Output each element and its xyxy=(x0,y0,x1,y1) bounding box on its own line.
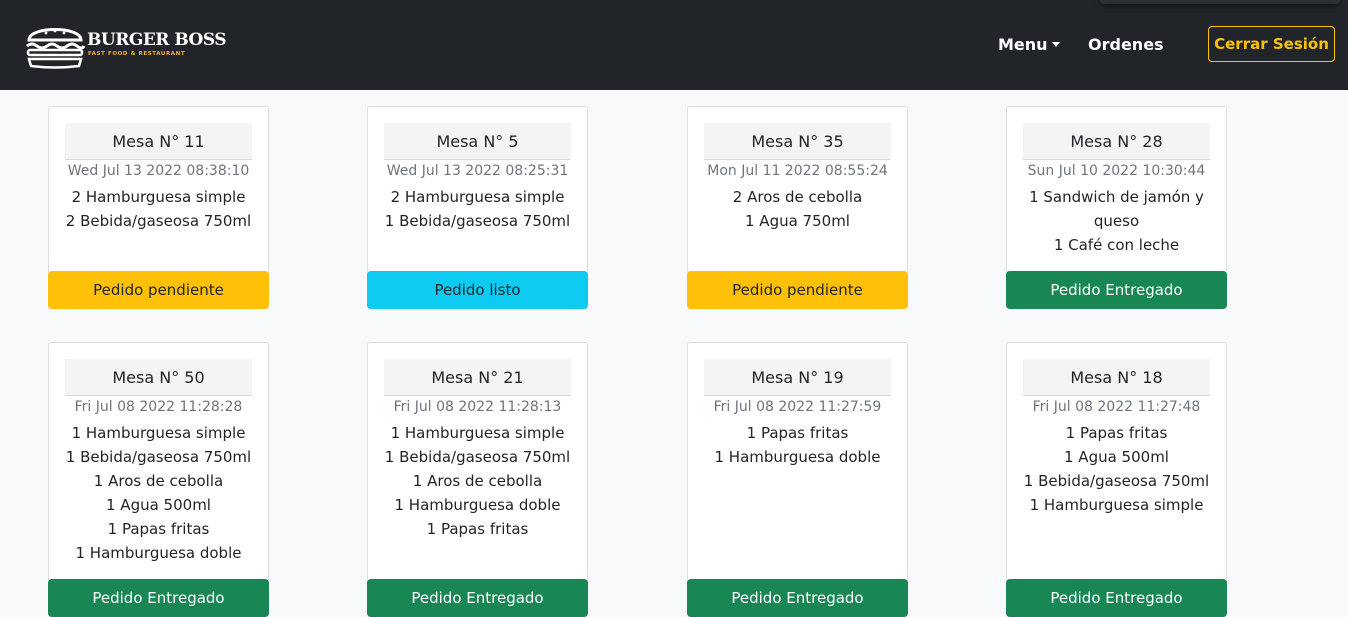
order-item: 1 Bebida/gaseosa 750ml xyxy=(1023,472,1210,490)
order-items-list: 1 Papas fritas 1 Hamburguesa doble xyxy=(702,421,893,469)
order-timestamp: Mon Jul 11 2022 08:55:24 xyxy=(707,163,888,179)
order-card: Mesa N° 50 Fri Jul 08 2022 11:28:28 1 Hamb… xyxy=(48,342,269,617)
order-status-button[interactable]: Pedido listo xyxy=(367,271,588,309)
order-item: 1 Hamburguesa doble xyxy=(714,448,881,466)
order-timestamp: Fri Jul 08 2022 11:27:59 xyxy=(713,399,882,415)
table-number: Mesa N° 18 xyxy=(1023,359,1210,396)
menu-dropdown-label: Menu xyxy=(998,35,1048,54)
order-items-list: 2 Hamburguesa simple 1 Bebida/gaseosa 750… xyxy=(382,185,573,233)
order-card: Mesa N° 5 Wed Jul 13 2022 08:25:31 2 Hambu… xyxy=(367,106,588,309)
order-item: 1 Café con leche xyxy=(1053,236,1180,254)
order-item: 1 Hamburguesa doble xyxy=(394,496,561,514)
orders-link[interactable]: Ordenes xyxy=(1088,35,1164,54)
order-status-button[interactable]: Pedido Entregado xyxy=(367,579,588,617)
table-number: Mesa N° 11 xyxy=(65,123,252,160)
order-items-list: 1 Hamburguesa simple 1 Bebida/gaseosa 750… xyxy=(63,421,254,565)
order-item: 1 Papas fritas xyxy=(1065,424,1168,442)
order-timestamp: Fri Jul 08 2022 11:27:48 xyxy=(1032,399,1201,415)
brand-subtitle: FAST FOOD & RESTAURANT xyxy=(88,51,186,57)
order-item: 1 Papas fritas xyxy=(426,520,529,538)
order-item: 1 Aros de cebolla xyxy=(412,472,543,490)
order-timestamp: Fri Jul 08 2022 11:28:13 xyxy=(393,399,562,415)
order-status-button[interactable]: Pedido pendiente xyxy=(48,271,269,309)
order-timestamp: Sun Jul 10 2022 10:30:44 xyxy=(1027,163,1206,179)
brand-logo-link[interactable]: BURGER BOSS FAST FOOD & RESTAURANT xyxy=(24,16,227,70)
order-items-list: 1 Hamburguesa simple 1 Bebida/gaseosa 750… xyxy=(382,421,573,541)
order-item: 1 Hamburguesa simple xyxy=(390,424,565,442)
order-card: Mesa N° 35 Mon Jul 11 2022 08:55:24 2 Aros… xyxy=(687,106,908,309)
order-item: 1 Hamburguesa doble xyxy=(75,544,242,562)
order-items-list: 1 Papas fritas 1 Agua 500ml 1 Bebida/gaseo… xyxy=(1021,421,1212,517)
burger-icon xyxy=(26,28,86,69)
table-number: Mesa N° 50 xyxy=(65,359,252,396)
logout-button[interactable]: Cerrar Sesión xyxy=(1208,26,1335,62)
order-item: 1 Bebida/gaseosa 750ml xyxy=(384,448,571,466)
order-item: 2 Bebida/gaseosa 750ml xyxy=(65,212,252,230)
order-item: 1 Sandwich de jamón y queso xyxy=(1029,188,1204,230)
dropdown-edge xyxy=(1100,0,1340,4)
table-number: Mesa N° 5 xyxy=(384,123,571,160)
order-status-button[interactable]: Pedido Entregado xyxy=(48,579,269,617)
order-items-list: 2 Aros de cebolla 1 Agua 750ml xyxy=(702,185,893,233)
table-number: Mesa N° 35 xyxy=(704,123,891,160)
navbar: BURGER BOSS FAST FOOD & RESTAURANT Menu … xyxy=(0,0,1348,90)
order-item: 1 Hamburguesa simple xyxy=(1029,496,1204,514)
order-item: 1 Papas fritas xyxy=(746,424,849,442)
order-items-list: 1 Sandwich de jamón y queso 1 Café con le… xyxy=(1021,185,1212,257)
order-item: 1 Agua 750ml xyxy=(745,212,850,230)
order-card: Mesa N° 21 Fri Jul 08 2022 11:28:13 1 Hamb… xyxy=(367,342,588,617)
order-card: Mesa N° 19 Fri Jul 08 2022 11:27:59 1 Papa… xyxy=(687,342,908,617)
order-timestamp: Wed Jul 13 2022 08:25:31 xyxy=(386,163,569,179)
order-card: Mesa N° 18 Fri Jul 08 2022 11:27:48 1 Papa… xyxy=(1006,342,1227,617)
order-item: 1 Hamburguesa simple xyxy=(71,424,246,442)
order-card: Mesa N° 11 Wed Jul 13 2022 08:38:10 2 Hamb… xyxy=(48,106,269,309)
brand-title: BURGER BOSS xyxy=(87,30,227,50)
order-item: 1 Bebida/gaseosa 750ml xyxy=(65,448,252,466)
table-number: Mesa N° 21 xyxy=(384,359,571,396)
order-timestamp: Wed Jul 13 2022 08:38:10 xyxy=(67,163,250,179)
order-item: 2 Hamburguesa simple xyxy=(390,188,565,206)
table-number: Mesa N° 28 xyxy=(1023,123,1210,160)
order-item: 1 Papas fritas xyxy=(107,520,210,538)
order-status-button[interactable]: Pedido Entregado xyxy=(1006,271,1227,309)
order-item: 2 Hamburguesa simple xyxy=(71,188,246,206)
order-item: 1 Bebida/gaseosa 750ml xyxy=(384,212,571,230)
menu-dropdown[interactable]: Menu xyxy=(998,35,1060,54)
order-card: Mesa N° 28 Sun Jul 10 2022 10:30:44 1 Sand… xyxy=(1006,106,1227,309)
table-number: Mesa N° 19 xyxy=(704,359,891,396)
caret-down-icon xyxy=(1051,42,1060,47)
order-items-list: 2 Hamburguesa simple 2 Bebida/gaseosa 750… xyxy=(63,185,254,233)
order-timestamp: Fri Jul 08 2022 11:28:28 xyxy=(74,399,243,415)
order-item: 1 Agua 500ml xyxy=(1064,448,1169,466)
order-item: 1 Agua 500ml xyxy=(106,496,211,514)
order-item: 2 Aros de cebolla xyxy=(732,188,863,206)
order-status-button[interactable]: Pedido pendiente xyxy=(687,271,908,309)
order-status-button[interactable]: Pedido Entregado xyxy=(1006,579,1227,617)
order-status-button[interactable]: Pedido Entregado xyxy=(687,579,908,617)
order-item: 1 Aros de cebolla xyxy=(93,472,224,490)
